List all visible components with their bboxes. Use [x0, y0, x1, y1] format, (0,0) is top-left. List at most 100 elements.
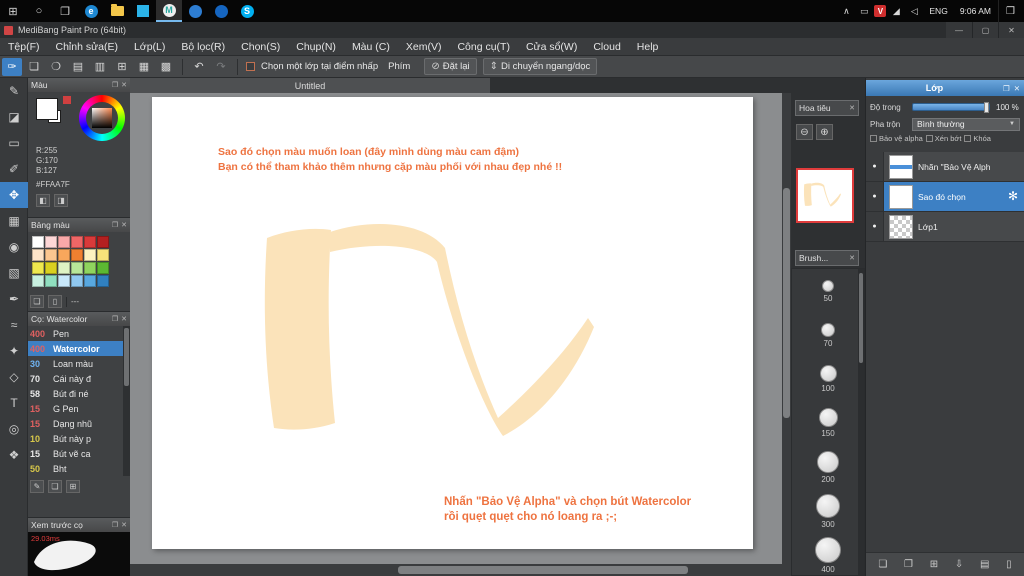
start-button[interactable]: ⊞	[0, 0, 26, 22]
close-icon[interactable]: ✕	[1014, 84, 1020, 93]
comment-icon[interactable]: ❍	[46, 58, 66, 76]
menu-help[interactable]: Help	[629, 38, 667, 56]
undo-button[interactable]: ↶	[189, 58, 209, 76]
layer-settings-icon[interactable]: ✻	[1008, 189, 1018, 203]
zoom-in-button[interactable]: ⊕	[816, 124, 833, 140]
eraser-tool[interactable]: ◪	[0, 104, 28, 130]
brush-item[interactable]: 70 Cái này đ	[28, 371, 123, 386]
file-explorer-icon[interactable]	[104, 0, 130, 22]
brush-size-item[interactable]: 50	[792, 269, 864, 313]
language-indicator[interactable]: ENG	[924, 6, 952, 16]
menu-view[interactable]: Xem(V)	[398, 38, 450, 56]
close-icon[interactable]: ✕	[121, 315, 127, 323]
palette-swatch[interactable]	[71, 249, 83, 261]
layer-folder-icon[interactable]: ▤	[980, 559, 989, 570]
palette-swatch[interactable]	[71, 275, 83, 287]
maximize-button[interactable]: ▢	[972, 22, 998, 38]
display-tray-icon[interactable]: ▭	[856, 6, 872, 17]
menu-edit[interactable]: Chỉnh sửa(E)	[48, 38, 126, 56]
palette-swatch[interactable]	[58, 275, 70, 287]
shape-tool[interactable]: ◇	[0, 364, 28, 390]
scrollbar-thumb[interactable]	[783, 188, 790, 418]
close-button[interactable]: ✕	[998, 22, 1024, 38]
palette-swatch[interactable]	[58, 262, 70, 274]
blend-mode-dropdown[interactable]: Bình thường ▼	[912, 117, 1020, 131]
foreground-color-chip[interactable]	[36, 98, 58, 120]
brush-item[interactable]: 15 Bút vẽ ca	[28, 446, 123, 461]
app-icon-blue1[interactable]	[182, 0, 208, 22]
close-icon[interactable]: ✕	[121, 221, 127, 229]
zoom-out-button[interactable]: ⊖	[796, 124, 813, 140]
color-mode-a-icon[interactable]: ◧	[36, 194, 50, 207]
move-horizontal-vertical-button[interactable]: ⇕ Di chuyển ngang/dọc	[482, 58, 598, 75]
layer-visibility-toggle[interactable]: ●	[866, 182, 884, 211]
menu-window[interactable]: Cửa sổ(W)	[518, 38, 585, 56]
palette-swatch[interactable]	[45, 262, 57, 274]
palette-swatch[interactable]	[32, 262, 44, 274]
scrollbar-thumb[interactable]	[398, 566, 688, 574]
brush-size-scrollbar[interactable]	[858, 269, 864, 575]
canvas-horizontal-scrollbar[interactable]	[130, 564, 782, 576]
color-mode-b-icon[interactable]: ◨	[54, 194, 68, 207]
marquee-select-tool[interactable]: ▭	[0, 130, 28, 156]
select-layer-checkbox[interactable]	[246, 62, 255, 71]
menu-cloud[interactable]: Cloud	[585, 38, 628, 56]
clipping-checkbox[interactable]: Xén bớt	[925, 134, 961, 143]
palette-swatch[interactable]	[32, 236, 44, 248]
brush-item[interactable]: 400 Pen	[28, 326, 123, 341]
palette-swatch[interactable]	[58, 236, 70, 248]
close-icon[interactable]: ✕	[849, 254, 855, 262]
snap-settings-icon[interactable]: ▩	[156, 58, 176, 76]
menu-tools[interactable]: Công cụ(T)	[449, 38, 518, 56]
hand-tool[interactable]: ❖	[0, 442, 28, 468]
palette-swatch[interactable]	[97, 275, 109, 287]
palette-swatch[interactable]	[71, 262, 83, 274]
transform-tool[interactable]: ▦	[0, 208, 28, 234]
lasso-tool[interactable]: ≈	[0, 312, 28, 338]
network-icon[interactable]: ◢	[888, 6, 904, 17]
color-wheel-sv-square[interactable]	[92, 108, 112, 128]
merge-layer-icon[interactable]: ⊞	[930, 559, 938, 570]
magic-wand-tool[interactable]: ✦	[0, 338, 28, 364]
reset-button[interactable]: ⊘ Đặt lại	[424, 58, 477, 75]
save-icon[interactable]: ▤	[68, 58, 88, 76]
hidden-icons-chevron[interactable]: ∧	[838, 6, 854, 17]
volume-icon[interactable]: ◁	[906, 6, 922, 17]
edit-brush-icon[interactable]: ✎	[30, 480, 44, 493]
search-icon[interactable]: ○	[26, 0, 52, 22]
brush-size-panel-header[interactable]: Brush... ✕	[795, 250, 859, 266]
clock[interactable]: 9:06 AM	[955, 6, 996, 16]
palette-swatch[interactable]	[84, 249, 96, 261]
brush-item[interactable]: 30 Loan màu	[28, 356, 123, 371]
task-view-icon[interactable]: ❐	[52, 0, 78, 22]
minimize-button[interactable]: —	[946, 22, 972, 38]
brush-size-item[interactable]: 200	[792, 445, 864, 489]
move-layer-down-icon[interactable]: ⇩	[955, 559, 963, 570]
opacity-slider[interactable]	[912, 102, 990, 113]
action-center-icon[interactable]: ❒	[998, 0, 1022, 22]
layer-visibility-toggle[interactable]: ●	[866, 212, 884, 241]
popout-icon[interactable]: ❐	[112, 221, 118, 229]
palette-swatch[interactable]	[45, 249, 57, 261]
app-icon-blue2[interactable]	[208, 0, 234, 22]
palette-swatch[interactable]	[58, 249, 70, 261]
layer-visibility-toggle[interactable]: ●	[866, 152, 884, 181]
palette-swatch[interactable]	[45, 236, 57, 248]
store-icon[interactable]	[130, 0, 156, 22]
popout-icon[interactable]: ❐	[1003, 84, 1010, 93]
add-layer-icon[interactable]: ❏	[878, 559, 887, 570]
brush-list-scrollbar[interactable]	[123, 326, 130, 476]
palette-swatch[interactable]	[97, 249, 109, 261]
brush-size-item[interactable]: 400	[792, 533, 864, 576]
antivirus-tray-icon[interactable]: V	[874, 5, 887, 17]
gradient-tool[interactable]: ▧	[0, 260, 28, 286]
popout-icon[interactable]: ❐	[112, 315, 118, 323]
navigator-panel-header[interactable]: Hoa tiêu ✕	[795, 100, 859, 116]
palette-swatch[interactable]	[32, 249, 44, 261]
brush-item[interactable]: 400 Watercolor	[28, 341, 123, 356]
transparent-color-chip[interactable]	[63, 96, 71, 104]
close-icon[interactable]: ✕	[121, 81, 127, 89]
palette-swatch[interactable]	[84, 275, 96, 287]
brush-settings-icon[interactable]: ⊞	[66, 480, 80, 493]
add-brush-icon[interactable]: ❏	[48, 480, 62, 493]
